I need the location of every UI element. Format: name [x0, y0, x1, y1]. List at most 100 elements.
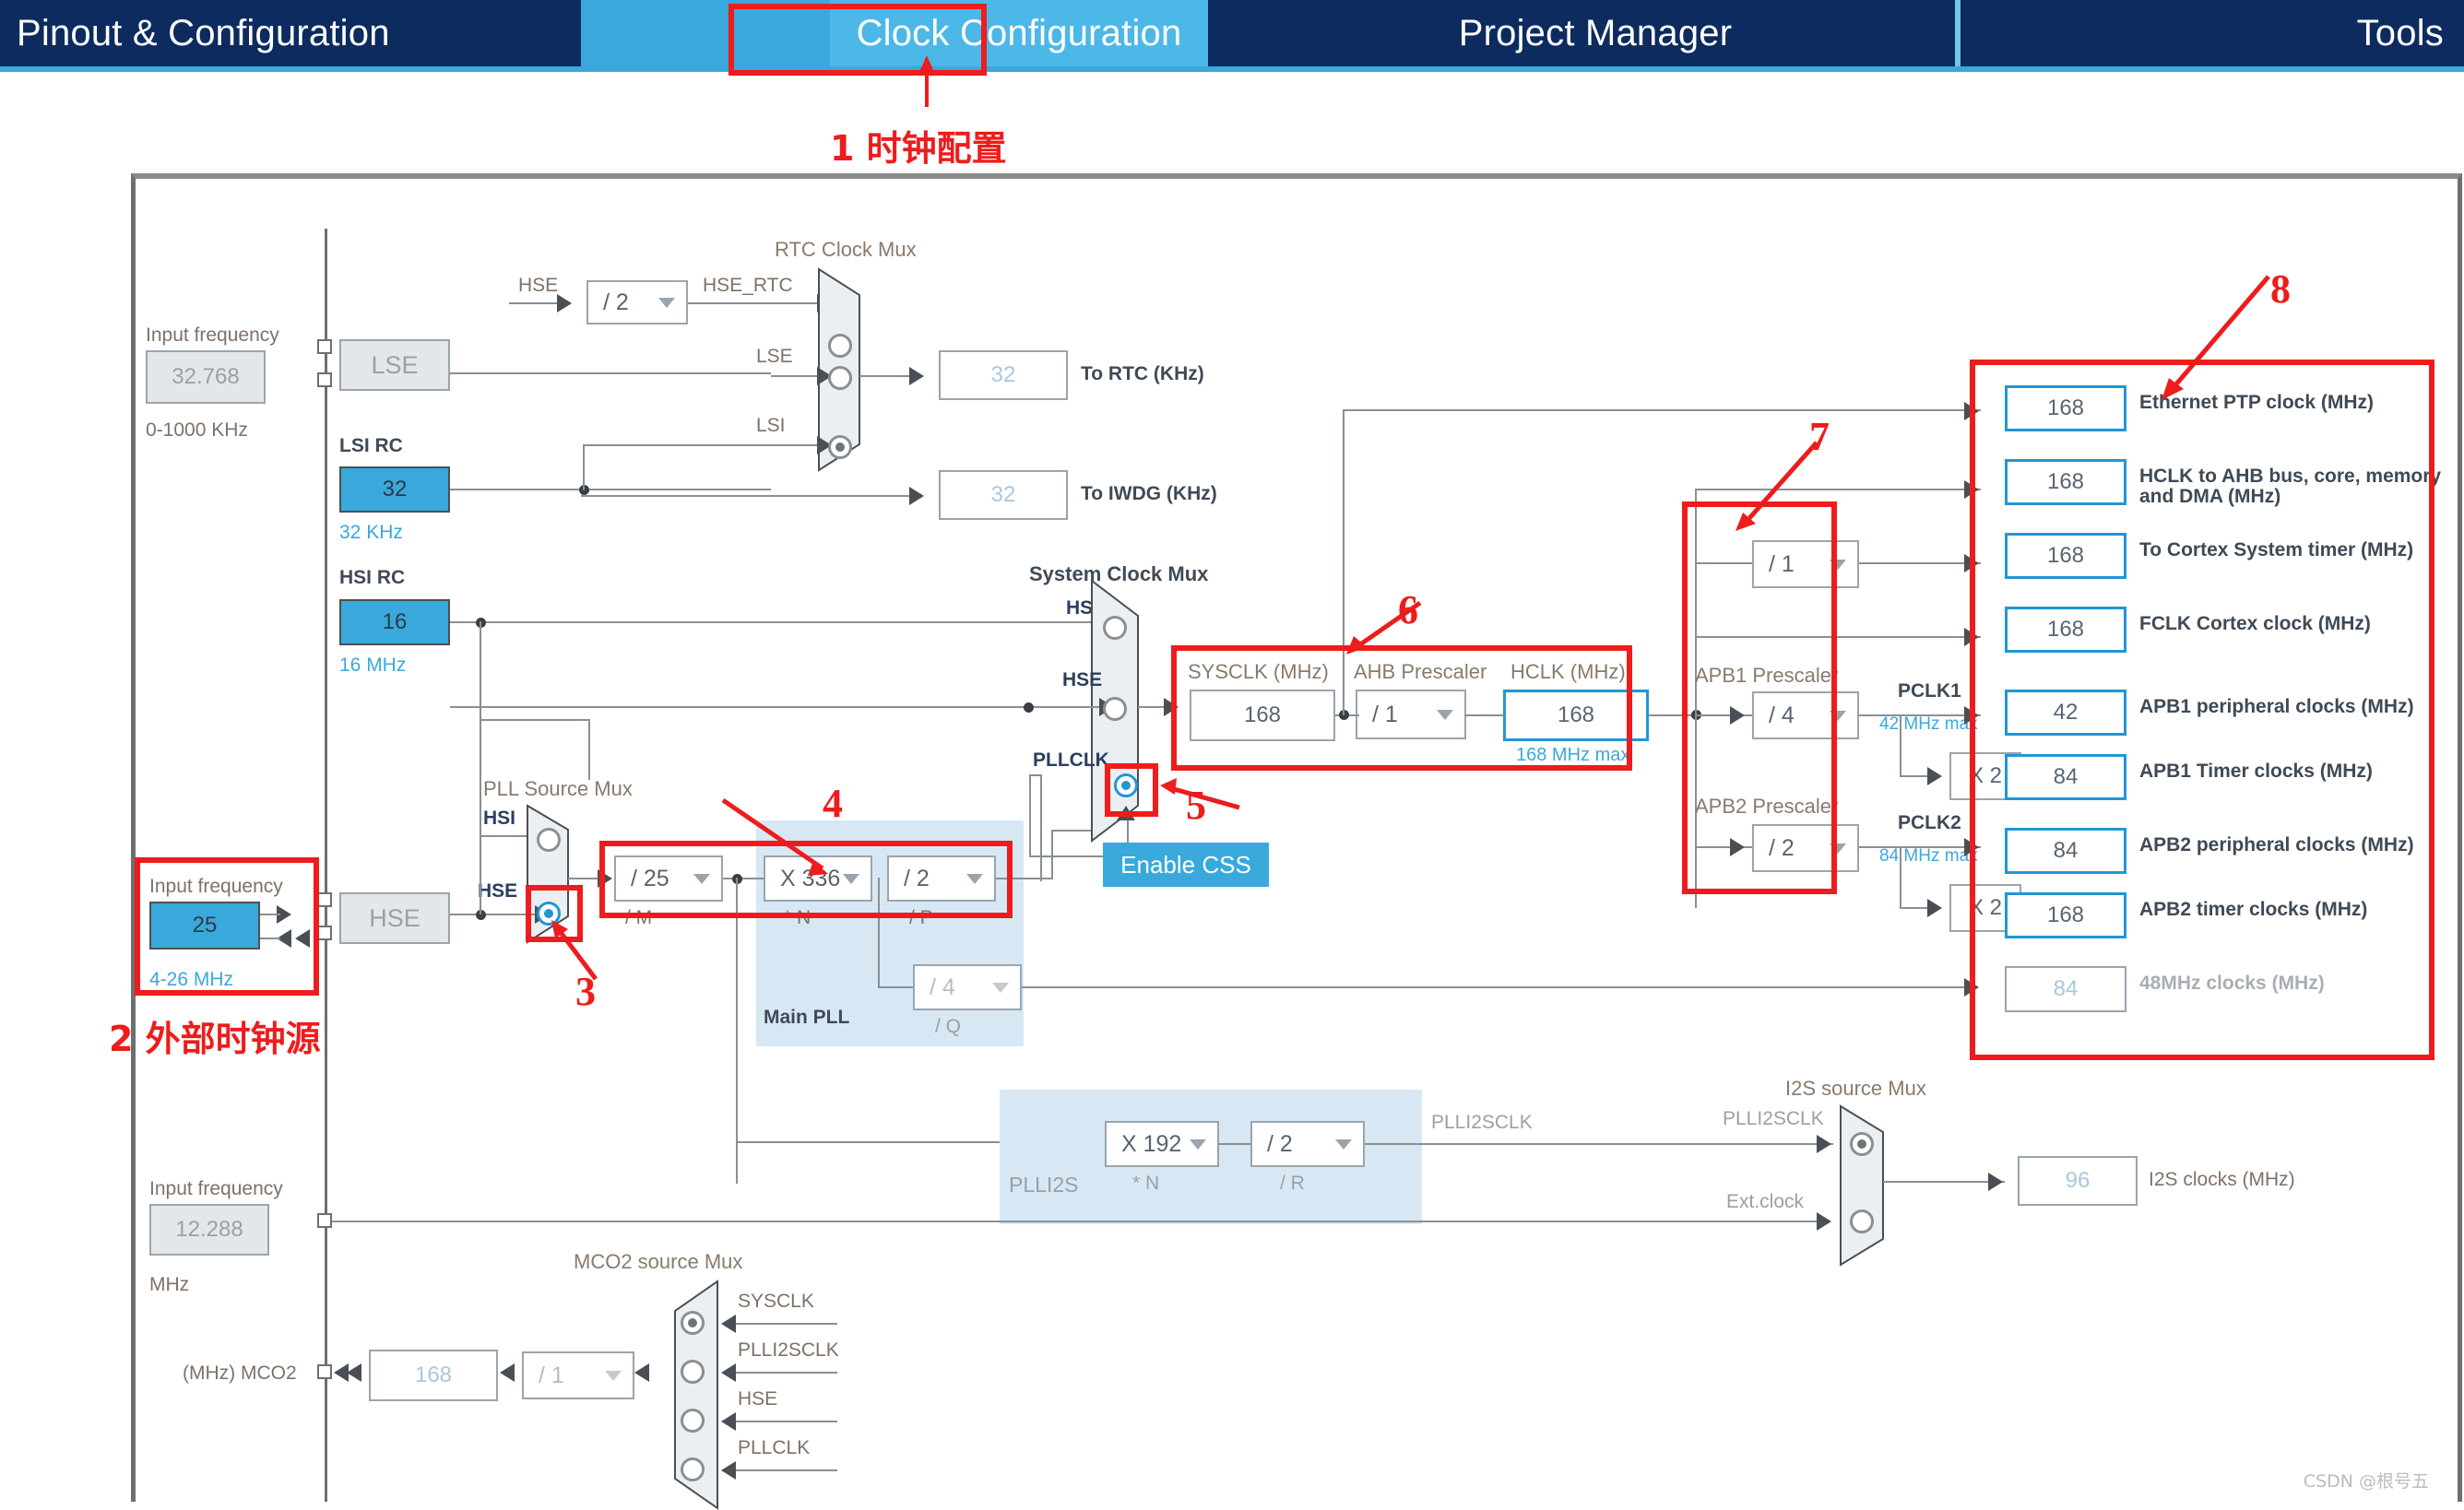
enable-css-button[interactable]: Enable CSS	[1103, 843, 1269, 887]
extclock-wire	[740, 1221, 1817, 1222]
mco2-input-plli2sclk-label: PLLI2SCLK	[738, 1339, 839, 1362]
lsi-value-field[interactable]: 32	[339, 466, 450, 513]
hse-rtc-divider-select[interactable]: / 2	[586, 280, 688, 324]
sys-hse-junction-dot	[1024, 702, 1034, 713]
to-iwdg-field: 32	[939, 470, 1068, 520]
pll-mux-input-hsi-label: HSI	[483, 808, 515, 830]
mco2-wire-hse	[736, 1421, 837, 1422]
pllclk-wire-e	[1029, 774, 1031, 857]
annotation-box-7	[1682, 501, 1837, 894]
annotation-label-3: 3	[575, 968, 596, 1015]
mco2-divider-select[interactable]: / 1	[522, 1351, 634, 1399]
apb1-x2-arrow	[1927, 767, 1942, 785]
lse-block[interactable]: LSE	[339, 339, 450, 391]
mco2-label: (MHz) MCO2	[183, 1363, 297, 1385]
hsi-value-field[interactable]: 16	[339, 599, 450, 645]
pll-q-divider-select[interactable]: / 4	[913, 964, 1022, 1010]
mco2-out-arrow-2	[334, 1363, 349, 1382]
plli2s-n-label: * N	[1132, 1173, 1159, 1195]
tab-pinout-configuration[interactable]: Pinout & Configuration	[0, 0, 581, 66]
pll-source-mux-title: PLL Source Mux	[483, 777, 633, 801]
pll-mux-radio-hsi[interactable]	[537, 828, 561, 852]
mco2-input-hse-label: HSE	[738, 1388, 777, 1410]
plli2s-r-label: / R	[1280, 1173, 1305, 1195]
sys-mux-radio-hse[interactable]	[1103, 697, 1127, 721]
sys-mux-wire-hse	[996, 706, 1103, 708]
i2s-out-arrow	[1988, 1173, 2003, 1191]
i2s-input-frequency-field[interactable]: 12.288	[149, 1204, 269, 1256]
chevron-down-icon	[605, 1371, 622, 1381]
lse-port-in	[317, 339, 332, 354]
hse-rtc-arrow-in	[557, 294, 572, 313]
mco2-radio-pllclk[interactable]	[681, 1457, 705, 1481]
pclk1-label: PCLK1	[1898, 680, 1961, 702]
hsi-rc-title: HSI RC	[339, 567, 405, 589]
annotation-label-1: 1 时钟配置	[830, 120, 1007, 171]
i2s-source-mux	[1839, 1104, 1901, 1267]
diagram-bus-rail	[325, 229, 327, 1502]
plli2s-feed-wire	[736, 1141, 1000, 1143]
hse-rail-v	[480, 719, 481, 914]
watermark: CSDN @根号五	[2304, 1468, 2429, 1492]
mco2-divider-value: / 1	[539, 1363, 564, 1389]
mco2-arrow-hse	[721, 1412, 736, 1431]
plli2s-r-divider-select[interactable]: / 2	[1250, 1121, 1365, 1167]
rtc-mux-radio-lse[interactable]	[828, 366, 852, 390]
plli2s-n-to-r-wire	[1219, 1143, 1250, 1145]
rtc-mux-out-wire	[859, 375, 915, 377]
rtc-mux-out-arrow	[909, 367, 924, 385]
mco2-field-in-arrow	[500, 1363, 515, 1382]
hse-port-out	[317, 926, 332, 940]
rtc-mux-input-lse-label: LSE	[756, 346, 793, 368]
mco2-input-pllclk-label: PLLCLK	[738, 1437, 810, 1459]
plli2s-n-multiplier-select[interactable]: X 192	[1105, 1121, 1219, 1167]
mco2-arrow-plli2sclk	[721, 1363, 736, 1382]
i2s-mux-arrow-plli2s	[1817, 1135, 1831, 1153]
sys-mux-radio-hsi[interactable]	[1103, 616, 1127, 640]
mco2-radio-plli2sclk[interactable]	[681, 1360, 705, 1384]
tab-project-manager[interactable]: Project Manager	[1236, 0, 1955, 66]
i2s-clocks-field: 96	[2018, 1156, 2138, 1206]
pll-q-label: / Q	[935, 1016, 961, 1038]
lsi-rc-title: LSI RC	[339, 435, 403, 457]
lse-input-frequency-field[interactable]: 32.768	[146, 350, 266, 404]
i2s-in-wire	[332, 1221, 740, 1222]
i2s-source-mux-title: I2S source Mux	[1785, 1077, 1926, 1101]
mco2-input-sysclk-label: SYSCLK	[738, 1291, 814, 1313]
hse-rtc-wire-out	[688, 302, 823, 304]
annotation-box-6	[1171, 645, 1632, 771]
i2s-mux-input-extclock-label: Ext.clock	[1726, 1191, 1804, 1213]
annotation-label-7: 7	[1809, 413, 1830, 460]
hse-rtc-wire-in	[509, 302, 563, 304]
to-iwdg-label: To IWDG (KHz)	[1081, 483, 1217, 505]
annotation-box-2	[135, 857, 319, 996]
pclk2-max-label: 84 MHz max	[1879, 846, 1978, 867]
lsi-branch-h	[583, 444, 771, 446]
mco2-field: 168	[369, 1350, 498, 1401]
tab-tools[interactable]: Tools	[1961, 0, 2464, 66]
chevron-down-icon	[1190, 1139, 1206, 1150]
mco2-port	[317, 1364, 332, 1379]
to-rtc-label: To RTC (KHz)	[1081, 363, 1204, 385]
rtc-mux-wire-lse	[771, 375, 823, 377]
i2s-mux-radio-extclock[interactable]	[1850, 1209, 1874, 1233]
hse-rail-h	[480, 719, 590, 721]
hse-rtc-out-label: HSE_RTC	[703, 275, 793, 297]
hse-block[interactable]: HSE	[339, 892, 450, 944]
pclk2-out-wire	[1859, 846, 1981, 848]
to-iwdg-arrow	[909, 487, 924, 505]
nav-gap-2	[1208, 0, 1236, 72]
mco2-radio-hse[interactable]	[681, 1409, 705, 1433]
rtc-mux-radio-hse-rtc[interactable]	[828, 334, 852, 358]
lse-port-out	[317, 372, 332, 387]
annotation-label-4: 4	[823, 780, 843, 827]
mco2-radio-sysclk[interactable]	[681, 1311, 705, 1335]
pclk1-max-label: 42 MHz max	[1879, 714, 1978, 735]
apb2-timer-branch-v	[1900, 846, 1901, 909]
pll-mux-input-hse-label: HSE	[478, 880, 517, 902]
i2s-mux-radio-plli2sclk[interactable]	[1850, 1132, 1874, 1156]
to-iwdg-wire	[581, 495, 913, 497]
i2s-mux-arrow-ext	[1817, 1212, 1831, 1231]
apb1-timer-branch-v	[1900, 714, 1901, 777]
rtc-mux-radio-lsi[interactable]	[828, 435, 852, 459]
